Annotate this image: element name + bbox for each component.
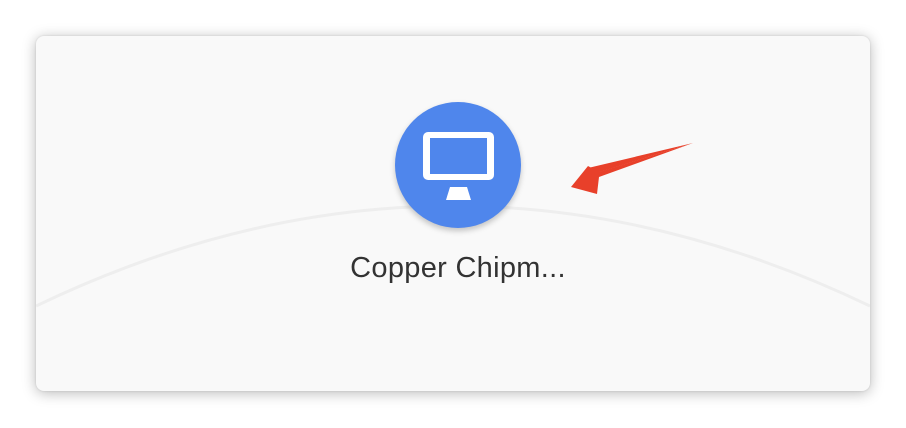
device-avatar-button[interactable] [395,102,521,228]
device-name-label: Copper Chipm... [350,252,566,284]
monitor-icon [423,132,494,200]
screenshot-stage: Copper Chipm... [0,0,906,428]
airdrop-panel: Copper Chipm... [36,36,870,391]
